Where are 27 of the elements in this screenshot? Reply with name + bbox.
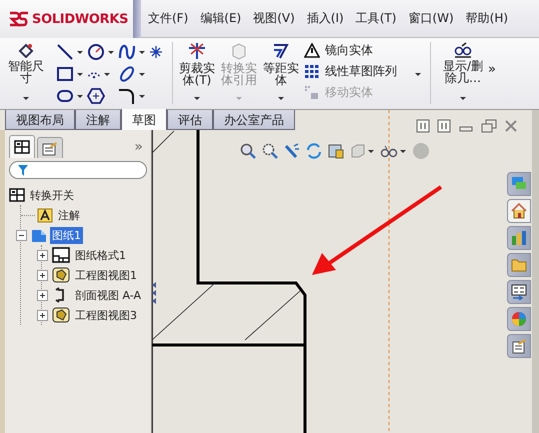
ribbon-tab[interactable]: 注解 bbox=[75, 110, 121, 130]
ribbon-tab[interactable]: 评估 bbox=[167, 110, 213, 130]
logo-text: SOLIDWORKS bbox=[32, 12, 128, 26]
tree-item[interactable]: 注解 bbox=[37, 205, 82, 225]
ribbon-command-button[interactable]: 等距实体 bbox=[260, 42, 302, 106]
menu-item[interactable]: 插入(I) bbox=[306, 10, 344, 27]
tree-item[interactable]: 工程图视图1 bbox=[52, 265, 139, 285]
smart-dimension-button[interactable]: 智能尺寸 bbox=[6, 42, 46, 106]
ribbon-overflow-button[interactable]: » bbox=[488, 62, 496, 77]
ribbon-command-button[interactable]: 镜向实体 bbox=[304, 42, 397, 59]
ribbon-tab[interactable]: 视图布局 bbox=[5, 110, 75, 130]
menu-item[interactable]: 工具(T) bbox=[356, 10, 396, 27]
ribbon-command-button[interactable]: 线性草图阵列 bbox=[304, 63, 397, 80]
menu-item[interactable]: 视图(V) bbox=[253, 10, 295, 27]
ribbon-command-button[interactable]: 剪裁实体(T) bbox=[176, 42, 218, 106]
ribbon-tab[interactable]: 办公室产品 bbox=[213, 110, 295, 130]
ribbon-tab[interactable]: 草图 bbox=[121, 109, 167, 130]
menu-item[interactable]: 窗口(W) bbox=[408, 10, 454, 27]
menu-item[interactable]: 文件(F) bbox=[148, 10, 188, 27]
tree-item[interactable]: 图纸格式1 bbox=[52, 245, 128, 265]
menu-item[interactable]: 帮助(H) bbox=[466, 10, 508, 27]
expand-button[interactable]: » bbox=[134, 139, 143, 155]
tree-item[interactable]: 转换开关 bbox=[9, 185, 76, 205]
tree-item[interactable]: 工程图视图3 bbox=[52, 305, 139, 325]
tree-item[interactable]: 剖面视图 A-A bbox=[52, 285, 144, 305]
display-delete-button[interactable]: 显示/删除几… bbox=[440, 42, 486, 106]
menu-item[interactable]: 编辑(E) bbox=[200, 10, 242, 27]
